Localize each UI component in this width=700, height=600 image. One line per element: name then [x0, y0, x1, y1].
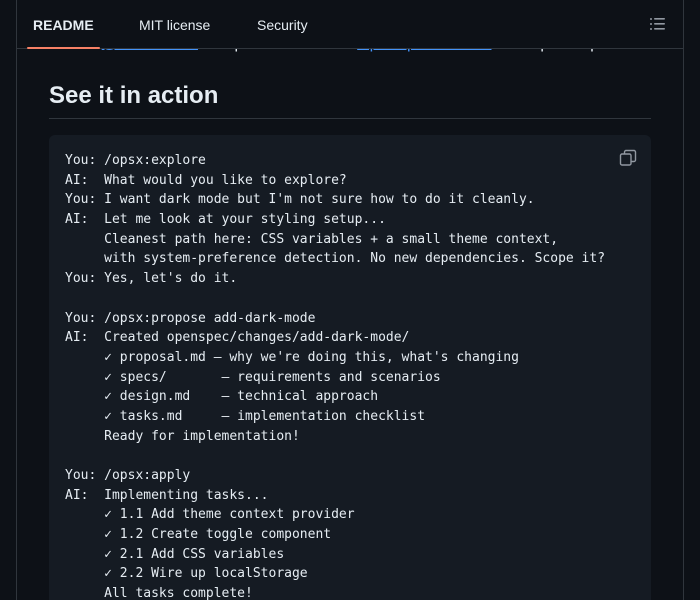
code-line: All tasks complete!: [65, 586, 253, 600]
code-line: AI: What would you like to explore?: [65, 172, 347, 188]
code-line: You: Yes, let's do it.: [65, 271, 238, 287]
readme-tab-bar: README MIT license Security: [17, 0, 683, 49]
code-line: AI: Created openspec/changes/add-dark-mo…: [65, 330, 410, 346]
outline-button[interactable]: [647, 14, 669, 34]
tab-readme[interactable]: README: [27, 0, 100, 49]
code-line: ✓ design.md — technical approach: [65, 389, 379, 405]
tab-readme-label: README: [33, 17, 94, 33]
code-line: ✓ 2.1 Add CSS variables: [65, 546, 285, 562]
copy-icon: [619, 149, 637, 166]
code-line: with system-preference detection. No new…: [65, 251, 606, 267]
code-block: You: /opsx:explore AI: What would you lik…: [49, 135, 651, 600]
tab-security-label: Security: [257, 17, 308, 33]
code-line: You: I want dark mode but I'm not sure h…: [65, 192, 535, 208]
tab-mit-license[interactable]: MIT license: [139, 0, 210, 48]
code-line: AI: Let me look at your styling setup...: [65, 212, 386, 228]
code-content: You: /opsx:explore AI: What would you lik…: [65, 151, 605, 600]
section-heading: See it in action: [49, 80, 651, 119]
code-line: You: /opsx:propose add-dark-mode: [65, 310, 316, 326]
copy-button[interactable]: [619, 149, 637, 167]
code-line: Cleanest path here: CSS variables + a sm…: [65, 231, 559, 247]
code-line: ✓ specs/ — requirements and scenarios: [65, 369, 441, 385]
code-line: ✓ 1.1 Add theme context provider: [65, 507, 355, 523]
code-line: ✓ 2.2 Wire up localStorage: [65, 566, 308, 582]
tab-license-label: MIT license: [139, 17, 211, 33]
list-unordered-icon: [650, 18, 665, 30]
code-line: AI: Implementing tasks...: [65, 487, 269, 503]
code-line: ✓ 1.2 Create toggle component: [65, 527, 332, 543]
code-line: You: /opsx:apply: [65, 468, 191, 483]
tab-security[interactable]: Security: [257, 0, 308, 48]
readme-panel: Follow @0xTab on X for updates · Join th…: [16, 0, 684, 600]
code-line: ✓ proposal.md — why we're doing this, wh…: [65, 349, 519, 365]
code-line: ✓ tasks.md — implementation checklist: [65, 408, 426, 424]
code-line: Ready for implementation!: [65, 428, 300, 444]
code-line: You: /opsx:explore: [65, 153, 206, 168]
